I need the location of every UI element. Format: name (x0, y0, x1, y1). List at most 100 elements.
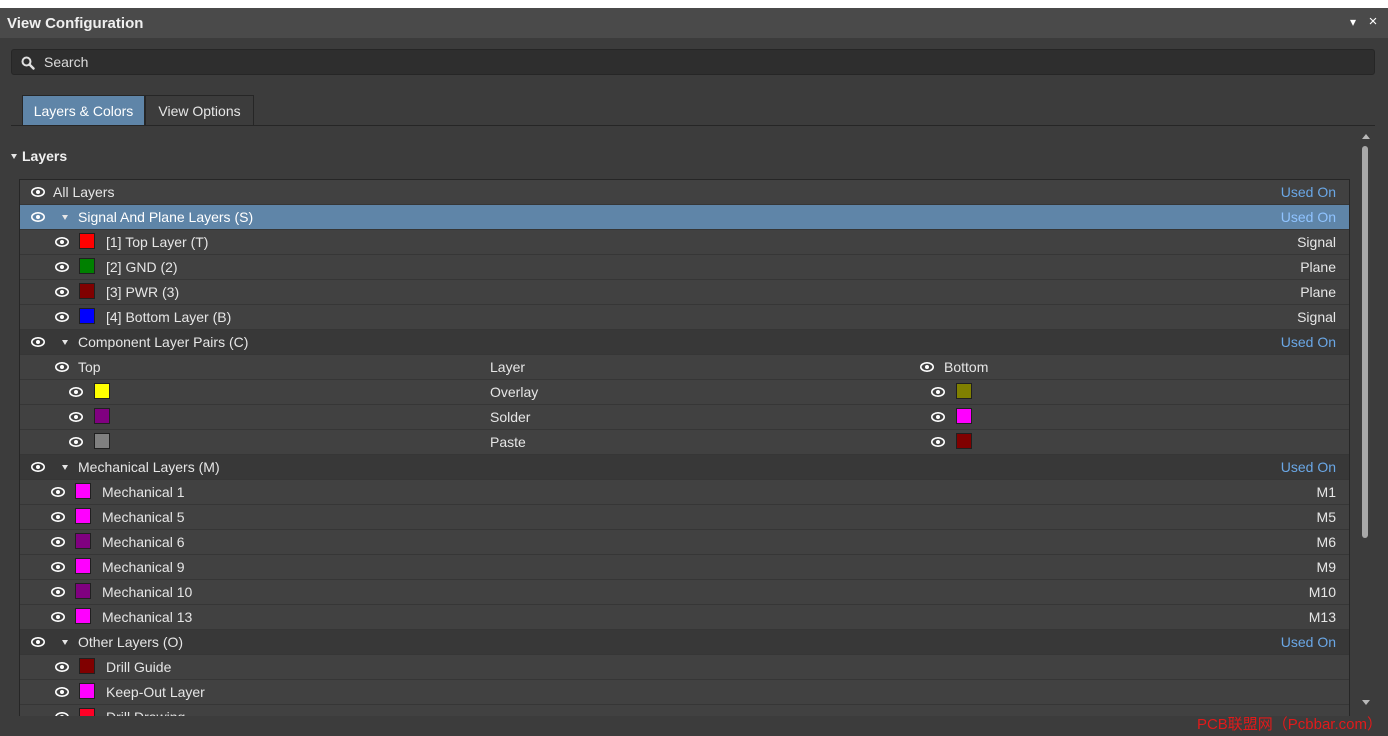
layer-row[interactable]: Mechanical 9 M9 (20, 555, 1349, 580)
layer-row[interactable]: [1] Top Layer (T) Signal (20, 230, 1349, 255)
layer-row[interactable]: Mechanical 10 M10 (20, 580, 1349, 605)
eye-icon[interactable] (55, 311, 69, 323)
eye-icon[interactable] (931, 411, 945, 423)
eye-icon[interactable] (51, 561, 65, 573)
eye-icon[interactable] (55, 661, 69, 673)
layer-color-swatch[interactable] (79, 708, 95, 716)
layer-row[interactable]: Mechanical 6 M6 (20, 530, 1349, 555)
eye-icon[interactable] (55, 686, 69, 698)
component-pair-row[interactable]: Paste (20, 430, 1349, 455)
expand-triangle-icon[interactable] (62, 340, 68, 345)
eye-icon[interactable] (51, 536, 65, 548)
layers-section-title: Layers (22, 148, 68, 164)
layer-color-swatch[interactable] (79, 283, 95, 299)
layer-color-swatch[interactable] (79, 233, 95, 249)
eye-icon[interactable] (31, 211, 45, 223)
eye-icon[interactable] (55, 261, 69, 273)
group-label: Signal And Plane Layers (S) (78, 209, 254, 225)
eye-icon[interactable] (55, 711, 69, 716)
used-on-link[interactable]: Used On (1281, 209, 1336, 225)
layer-row[interactable]: Drill Drawing (20, 705, 1349, 716)
panel-menu-button[interactable]: ▾ (1346, 14, 1360, 30)
eye-icon[interactable] (31, 336, 45, 348)
layer-row[interactable]: Mechanical 1 M1 (20, 480, 1349, 505)
eye-icon[interactable] (51, 486, 65, 498)
bottom-color-swatch[interactable] (956, 383, 972, 399)
layer-code: M13 (1308, 609, 1336, 625)
vertical-scrollbar[interactable] (1360, 132, 1372, 716)
eye-icon[interactable] (55, 361, 69, 373)
layer-row[interactable]: Mechanical 13 M13 (20, 605, 1349, 630)
component-pairs-group-row[interactable]: Component Layer Pairs (C) Used On (20, 330, 1349, 355)
layer-label: [2] GND (2) (106, 259, 178, 275)
layer-color-swatch[interactable] (79, 258, 95, 274)
component-pair-row[interactable]: Solder (20, 405, 1349, 430)
top-color-swatch[interactable] (94, 383, 110, 399)
eye-icon[interactable] (931, 436, 945, 448)
tab-view-options[interactable]: View Options (145, 95, 254, 125)
layer-type: Plane (1300, 284, 1336, 300)
eye-icon[interactable] (69, 386, 83, 398)
layer-row[interactable]: Mechanical 5 M5 (20, 505, 1349, 530)
layer-color-swatch[interactable] (75, 583, 91, 599)
layer-color-swatch[interactable] (75, 508, 91, 524)
layer-color-swatch[interactable] (79, 683, 95, 699)
group-label: Other Layers (O) (78, 634, 184, 650)
other-group-row[interactable]: Other Layers (O) Used On (20, 630, 1349, 655)
used-on-link[interactable]: Used On (1281, 334, 1336, 350)
bottom-color-swatch[interactable] (956, 433, 972, 449)
eye-icon[interactable] (69, 411, 83, 423)
eye-icon[interactable] (931, 386, 945, 398)
layer-type: Signal (1297, 309, 1336, 325)
layer-row[interactable]: Drill Guide (20, 655, 1349, 680)
signal-plane-group-row[interactable]: Signal And Plane Layers (S) Used On (20, 205, 1349, 230)
bottom-color-swatch[interactable] (956, 408, 972, 424)
search-input[interactable] (44, 50, 1364, 74)
panel-close-button[interactable]: × (1366, 14, 1380, 30)
eye-icon[interactable] (51, 586, 65, 598)
used-on-link[interactable]: Used On (1281, 634, 1336, 650)
used-on-link[interactable]: Used On (1281, 459, 1336, 475)
eye-icon[interactable] (31, 636, 45, 648)
eye-icon[interactable] (55, 236, 69, 248)
component-pair-row[interactable]: Overlay (20, 380, 1349, 405)
pair-layer-label: Solder (490, 409, 531, 425)
layers-grid: All Layers Used On Signal And Plane Laye… (19, 179, 1350, 716)
scroll-down-arrow-icon[interactable] (1362, 700, 1370, 705)
eye-icon[interactable] (55, 286, 69, 298)
layer-color-swatch[interactable] (75, 533, 91, 549)
layer-color-swatch[interactable] (75, 608, 91, 624)
layer-color-swatch[interactable] (75, 483, 91, 499)
mechanical-group-row[interactable]: Mechanical Layers (M) Used On (20, 455, 1349, 480)
layer-color-swatch[interactable] (79, 658, 95, 674)
expand-triangle-icon[interactable] (62, 640, 68, 645)
all-layers-row[interactable]: All Layers Used On (20, 180, 1349, 205)
scrollbar-thumb[interactable] (1362, 146, 1368, 538)
eye-icon[interactable] (920, 361, 934, 373)
layer-color-swatch[interactable] (79, 308, 95, 324)
layer-label: Mechanical 6 (102, 534, 185, 550)
eye-icon[interactable] (69, 436, 83, 448)
collapse-triangle-icon[interactable] (11, 154, 17, 159)
expand-triangle-icon[interactable] (62, 465, 68, 470)
layers-section-header[interactable]: Layers (11, 148, 67, 164)
view-configuration-panel: View Configuration ▾ × Layers & Colors V… (0, 8, 1388, 736)
expand-triangle-icon[interactable] (62, 215, 68, 220)
layer-row[interactable]: [2] GND (2) Plane (20, 255, 1349, 280)
layer-color-swatch[interactable] (75, 558, 91, 574)
search-icon (21, 56, 35, 70)
layer-row[interactable]: [4] Bottom Layer (B) Signal (20, 305, 1349, 330)
layer-row[interactable]: Keep-Out Layer (20, 680, 1349, 705)
tab-layers-colors[interactable]: Layers & Colors (22, 95, 145, 125)
top-color-swatch[interactable] (94, 408, 110, 424)
layer-label: [3] PWR (3) (106, 284, 180, 300)
eye-icon[interactable] (31, 461, 45, 473)
scroll-up-arrow-icon[interactable] (1362, 134, 1370, 139)
eye-icon[interactable] (51, 511, 65, 523)
search-box[interactable] (11, 49, 1375, 75)
layer-row[interactable]: [3] PWR (3) Plane (20, 280, 1349, 305)
eye-icon[interactable] (31, 186, 45, 198)
used-on-link[interactable]: Used On (1281, 184, 1336, 200)
top-color-swatch[interactable] (94, 433, 110, 449)
eye-icon[interactable] (51, 611, 65, 623)
